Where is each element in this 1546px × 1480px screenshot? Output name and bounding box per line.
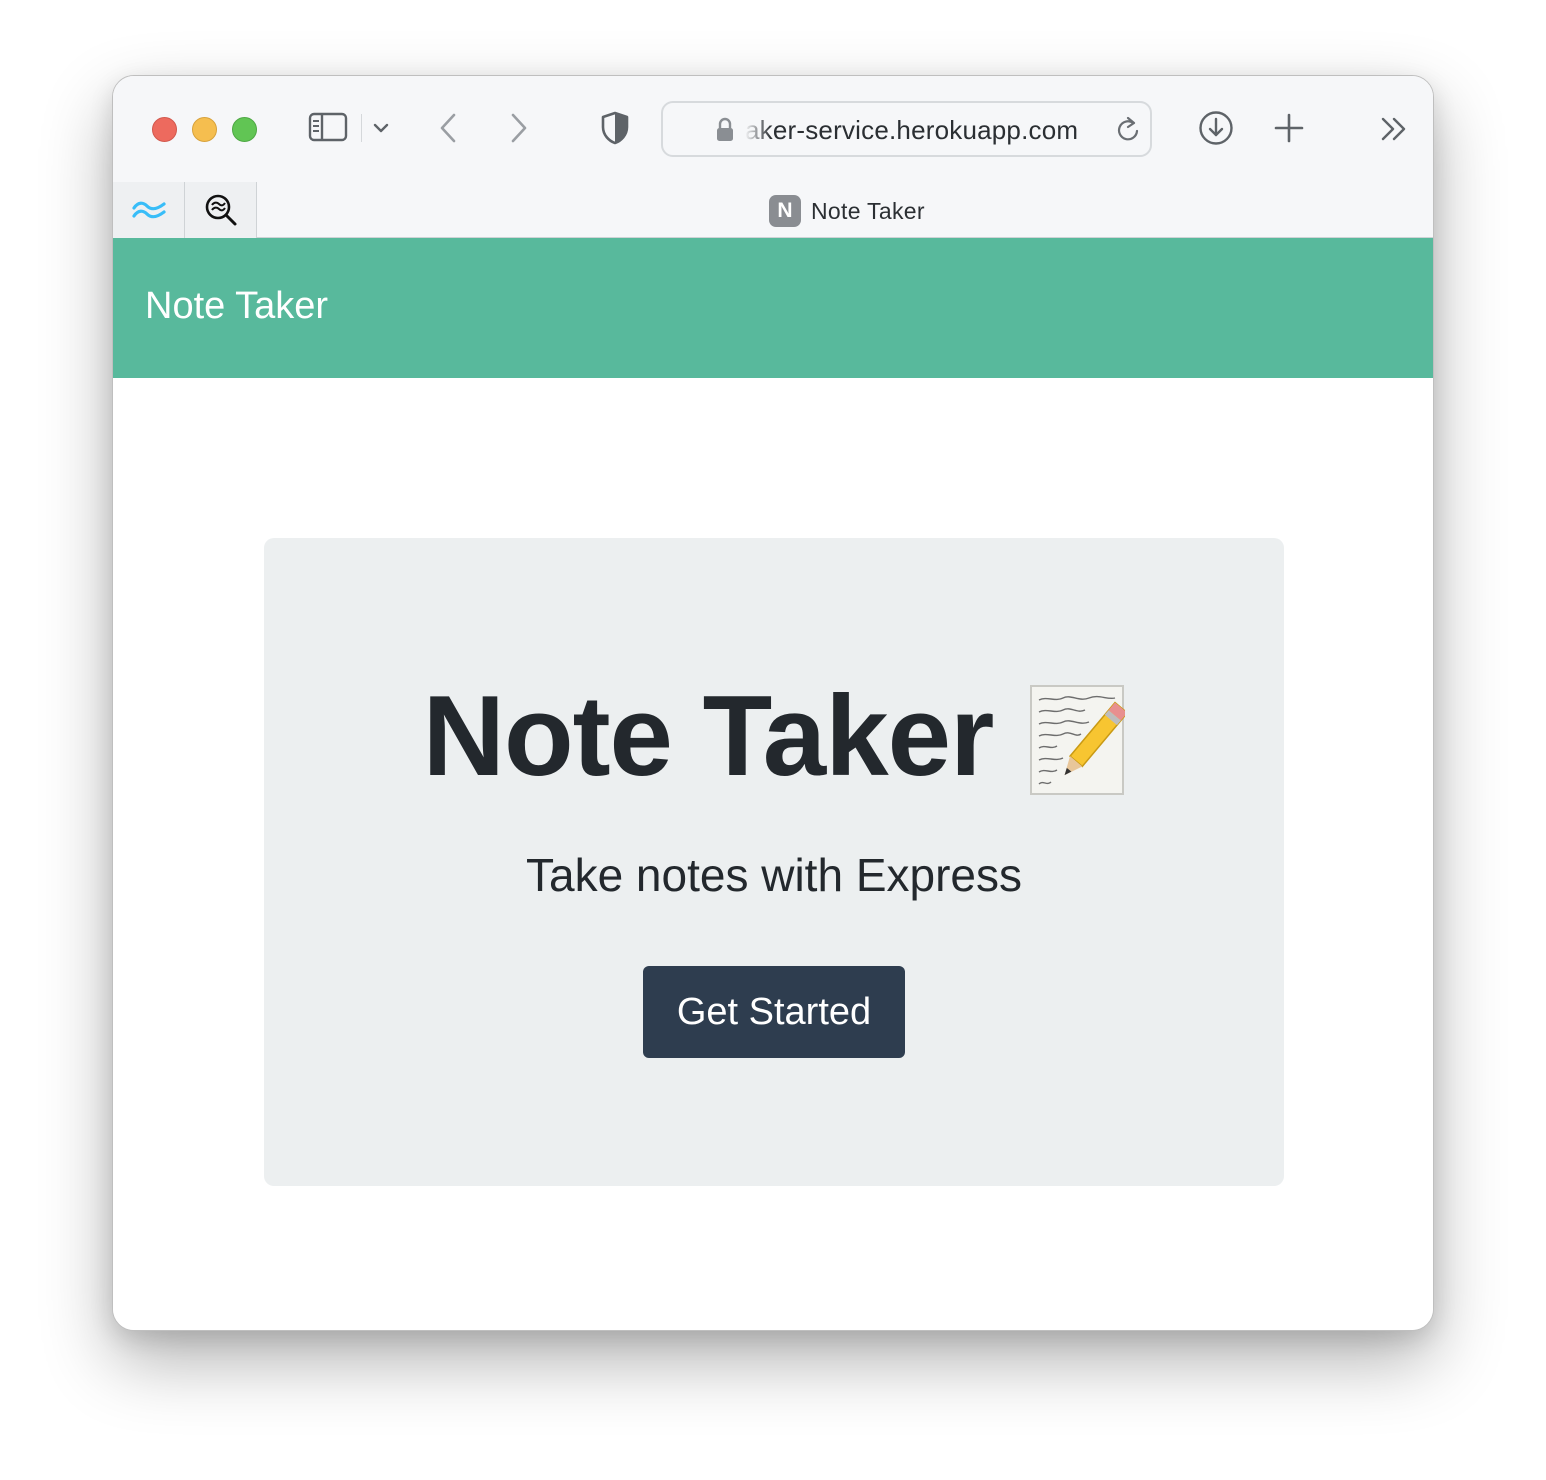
double-chevron-right-icon[interactable] — [1379, 114, 1409, 144]
memo-icon — [1029, 684, 1129, 796]
zoom-window-button[interactable] — [232, 117, 257, 142]
chevron-left-icon[interactable] — [435, 110, 461, 146]
tailwind-icon[interactable] — [113, 182, 185, 238]
minimize-window-button[interactable] — [192, 117, 217, 142]
plus-icon[interactable] — [1273, 112, 1305, 144]
address-bar[interactable]: aker-service.herokuapp.com — [661, 101, 1152, 157]
lock-icon — [715, 117, 735, 148]
get-started-button[interactable]: Get Started — [643, 966, 905, 1058]
web-page: Note Taker Note Taker Take notes with Ex… — [113, 238, 1433, 1330]
zoom-search-icon[interactable] — [185, 182, 257, 238]
active-tab[interactable]: N Note Taker — [769, 195, 925, 227]
hero-title-row: Note Taker — [264, 678, 1284, 796]
browser-window: aker-service.herokuapp.com N Note Taker … — [112, 75, 1434, 1331]
hero-jumbotron: Note Taker Take notes with Express Get S… — [264, 538, 1284, 1186]
favicon: N — [769, 195, 801, 227]
navbar-brand[interactable]: Note Taker — [145, 285, 328, 328]
navbar: Note Taker — [113, 238, 1433, 378]
sidebar-icon[interactable] — [307, 110, 349, 144]
chevron-down-icon[interactable] — [371, 118, 391, 138]
toolbar-divider — [361, 114, 362, 142]
hero-subtitle: Take notes with Express — [525, 849, 1022, 901]
close-window-button[interactable] — [152, 117, 177, 142]
shield-icon[interactable] — [597, 110, 633, 146]
browser-toolbar: aker-service.herokuapp.com — [113, 76, 1433, 182]
reload-icon[interactable] — [1115, 115, 1143, 150]
download-icon[interactable] — [1197, 109, 1235, 147]
tab-bar: N Note Taker — [113, 182, 1433, 238]
address-url: aker-service.herokuapp.com — [745, 115, 1079, 145]
page-title: Note Taker — [422, 673, 995, 800]
chevron-right-icon[interactable] — [506, 110, 532, 146]
tab-title: Note Taker — [811, 197, 925, 224]
